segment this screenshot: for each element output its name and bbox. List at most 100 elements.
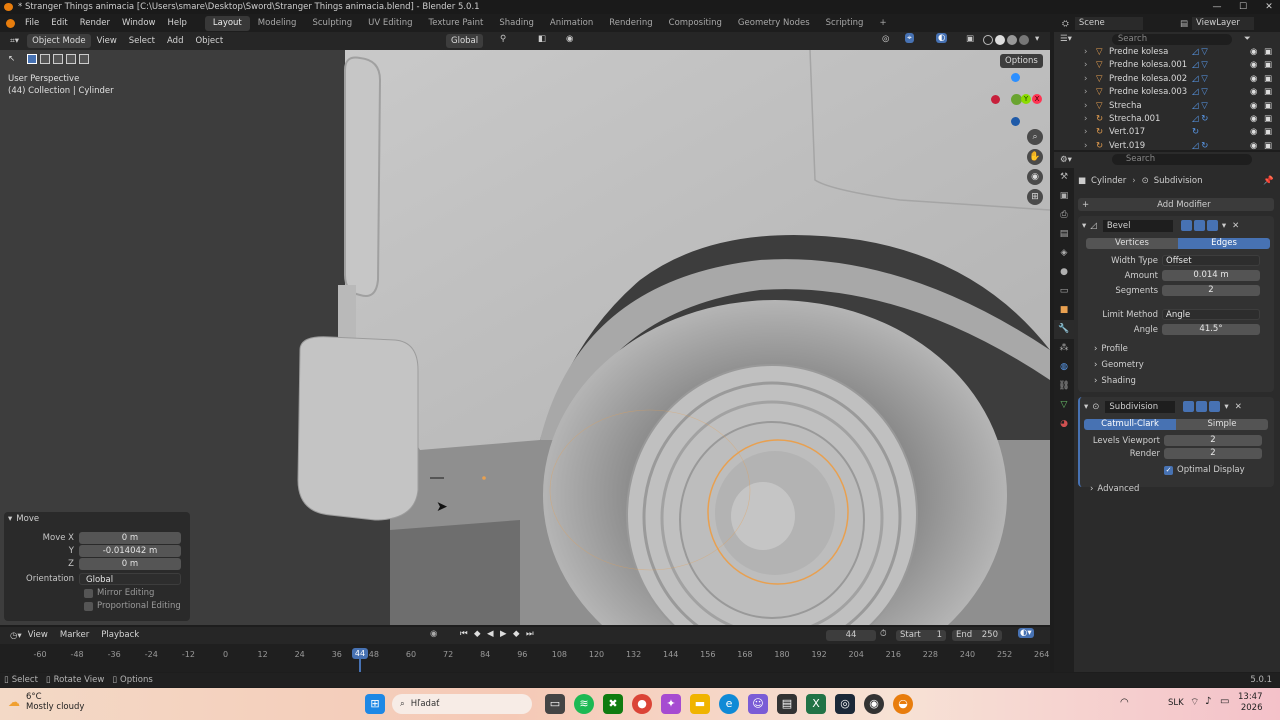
outliner-item-name[interactable]: Vert.017 (1109, 126, 1145, 139)
add-workspace-button[interactable]: + (871, 16, 894, 31)
gizmo-toggle-icon[interactable]: ⌖ (905, 33, 914, 43)
catmull-clark-button[interactable]: Catmull-Clark (1084, 419, 1176, 430)
bevel-affect-vertices[interactable]: Vertices (1086, 238, 1178, 249)
viewport-menu-select[interactable]: Select (123, 34, 161, 49)
proportional-editing-checkbox[interactable]: Proportional Editing (4, 601, 190, 611)
outliner-item[interactable]: › ▽ Predne kolesa.002 ◿ ▽ ◉ ▣ (1054, 73, 1280, 86)
overlay-toggle-icon[interactable]: ◐ (936, 33, 948, 43)
jump-start-icon[interactable]: ⏮ (460, 629, 468, 639)
tab-animation[interactable]: Animation (542, 16, 601, 31)
render-tab-icon[interactable]: ▣ (1054, 187, 1074, 206)
pivot-icon[interactable]: ⚲ (500, 34, 506, 44)
bevel-collapse-icon[interactable]: ▾ (1082, 221, 1086, 231)
tab-geometry-nodes[interactable]: Geometry Nodes (730, 16, 818, 31)
chrome-icon[interactable]: ● (632, 694, 652, 714)
select-tool-icon[interactable]: ↖ (8, 54, 15, 64)
render-camera-icon[interactable]: ▣ (1264, 126, 1272, 139)
outliner-item[interactable]: › ↻ Vert.017 ↻ ◉ ▣ (1054, 126, 1280, 139)
playhead[interactable]: 44 (352, 648, 368, 659)
select-extend-icon[interactable] (40, 54, 51, 64)
collection-tab-icon[interactable]: ▭ (1054, 282, 1074, 301)
filter-icon[interactable]: ⏷ (1244, 34, 1251, 44)
subdivision-advanced-subpanel[interactable]: › Advanced (1084, 484, 1270, 494)
expand-arrow-icon[interactable]: › (1084, 126, 1087, 139)
pin-icon[interactable]: 📌 (1263, 176, 1274, 186)
add-modifier-button[interactable]: + Add Modifier (1078, 198, 1274, 211)
view-layer-tab-icon[interactable]: ▤ (1054, 225, 1074, 244)
tab-shading[interactable]: Shading (491, 16, 542, 31)
modifier-indicator-icon[interactable]: ◿ ▽ (1192, 86, 1208, 99)
excel-icon[interactable]: X (806, 694, 826, 714)
tab-modeling[interactable]: Modeling (250, 16, 305, 31)
gizmo-neg-x-axis[interactable] (991, 95, 1000, 104)
auto-keying-icon[interactable]: ◉ (430, 629, 437, 639)
optimal-display-checkbox[interactable]: ✓ Optimal Display (1084, 465, 1270, 475)
gizmo-neg-z-axis[interactable] (1011, 117, 1020, 126)
tool-tab-icon[interactable]: ⚒ (1054, 168, 1074, 187)
bevel-geometry-subpanel[interactable]: › Geometry (1082, 360, 1270, 370)
subdivision-menu-icon[interactable]: ▾ (1224, 402, 1228, 412)
panel-collapse-icon[interactable]: ▾ (8, 514, 12, 524)
angle-field[interactable]: 41.5° (1162, 324, 1260, 335)
outliner-item[interactable]: › ▽ Predne kolesa.001 ◿ ▽ ◉ ▣ (1054, 59, 1280, 72)
output-tab-icon[interactable]: ⎙ (1054, 206, 1074, 225)
bevel-render-icon[interactable] (1206, 220, 1218, 231)
move-x-field[interactable]: 0 m (79, 532, 181, 544)
ortho-grid-icon[interactable]: ⊞ (1027, 189, 1043, 205)
properties-editor-icon[interactable]: ⚙▾ (1060, 155, 1072, 165)
shading-options-icon[interactable]: ▾ (1035, 34, 1039, 44)
constraints-tab-icon[interactable]: ⛓ (1054, 377, 1074, 396)
bevel-name-field[interactable]: Bevel (1102, 219, 1173, 232)
bevel-viewport-icon[interactable] (1193, 220, 1205, 231)
width-type-dropdown[interactable]: Offset (1162, 255, 1260, 266)
close-button[interactable]: ✕ (1256, 0, 1280, 14)
expand-arrow-icon[interactable]: › (1084, 100, 1087, 113)
timeline-editor-icon[interactable]: ◷▾ (10, 631, 22, 641)
outliner-item-name[interactable]: Strecha (1109, 100, 1142, 113)
volume-icon[interactable]: ♪ (1205, 696, 1211, 707)
gizmo-z-axis[interactable] (1011, 73, 1020, 82)
steam-icon[interactable]: ◎ (835, 694, 855, 714)
outliner-item-name[interactable]: Predne kolesa.001 (1109, 59, 1187, 72)
simple-button[interactable]: Simple (1176, 419, 1268, 430)
subdivision-collapse-icon[interactable]: ▾ (1084, 402, 1088, 412)
subdivision-remove-icon[interactable]: ✕ (1235, 402, 1242, 412)
copilot-icon[interactable]: ✦ (661, 694, 681, 714)
move-z-field[interactable]: 0 m (79, 558, 181, 570)
proportional-edit-icon[interactable]: ◉ (566, 34, 573, 44)
menu-help[interactable]: Help (161, 16, 192, 31)
minimize-button[interactable]: — (1204, 0, 1230, 14)
levels-viewport-field[interactable]: 2 (1164, 435, 1262, 446)
blender-taskbar-icon[interactable]: ◒ (893, 694, 913, 714)
outliner-item-name[interactable]: Predne kolesa (1109, 46, 1168, 59)
spotify-icon[interactable]: ≋ (574, 694, 594, 714)
visibility-eye-icon[interactable]: ◉ (1250, 86, 1257, 99)
edge-icon[interactable]: e (719, 694, 739, 714)
bevel-profile-subpanel[interactable]: › Profile (1082, 344, 1270, 354)
xbox-icon[interactable]: ✖ (603, 694, 623, 714)
transform-orientation-dropdown[interactable]: Global (446, 34, 484, 48)
orientation-dropdown[interactable]: Global (79, 573, 181, 585)
last-operator-panel[interactable]: ▾ Move Move X 0 m Y -0.014042 m Z 0 m Orien… (4, 512, 190, 621)
render-levels-field[interactable]: 2 (1164, 448, 1262, 459)
data-tab-icon[interactable]: ▽ (1054, 396, 1074, 415)
modifier-indicator-icon[interactable]: ◿ ▽ (1192, 59, 1208, 72)
modifier-indicator-icon[interactable]: ◿ ↻ (1192, 113, 1208, 126)
weather-widget[interactable]: ☁ 6°C Mostly cloudy (8, 692, 84, 712)
subdivision-editmode-icon[interactable] (1183, 401, 1195, 412)
pan-hand-icon[interactable]: ✋ (1027, 149, 1043, 165)
select-box-icon[interactable] (27, 54, 38, 64)
gizmo-y-axis[interactable]: Y (1021, 94, 1031, 104)
outliner-item-name[interactable]: Predne kolesa.003 (1109, 86, 1187, 99)
bevel-affect-edges[interactable]: Edges (1178, 238, 1270, 249)
bevel-remove-icon[interactable]: ✕ (1232, 221, 1239, 231)
outliner-item-name[interactable]: Strecha.001 (1109, 113, 1160, 126)
select-intersect-icon[interactable] (79, 54, 90, 64)
object-tab-icon[interactable]: ■ (1054, 301, 1074, 320)
view-layer-selector[interactable]: ▤ ViewLayer (1180, 17, 1255, 30)
visibility-eye-icon[interactable]: ◉ (1250, 73, 1257, 86)
shading-wire-icon[interactable] (983, 35, 993, 45)
expand-arrow-icon[interactable]: › (1084, 113, 1087, 126)
timeline-ruler[interactable]: -60 -48 -36 -24 -12 0 12 24 36 48 60 72 84 96 108 120 13… (0, 644, 1050, 672)
next-keyframe-icon[interactable]: ◆ (513, 629, 520, 639)
